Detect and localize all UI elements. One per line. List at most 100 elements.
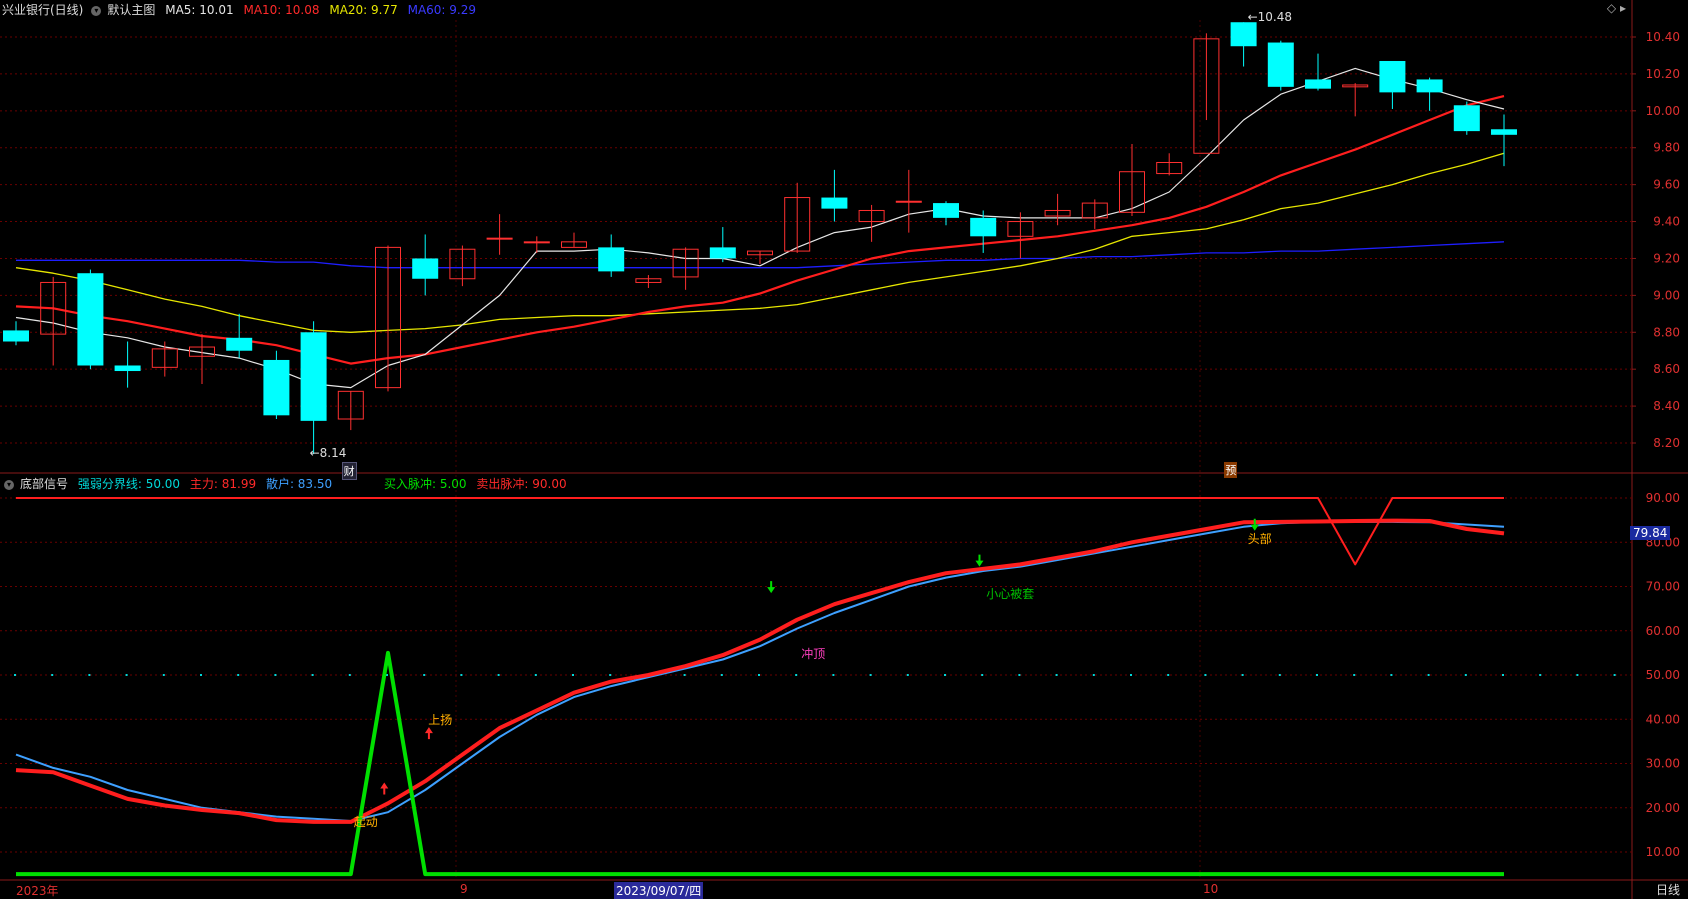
strong-weak-dot	[795, 674, 798, 676]
candle-body-down	[1453, 105, 1480, 132]
period-label[interactable]: 日线	[1656, 881, 1680, 898]
indicator-axis-label: 10.00	[1646, 845, 1680, 859]
strong-weak-dot	[1464, 674, 1467, 676]
price-axis-label: 8.40	[1653, 399, 1680, 413]
candle-body-down	[300, 332, 327, 421]
strong-weak-dot	[51, 674, 54, 676]
cursor-date-box: 2023/09/07/四	[614, 882, 704, 899]
price-axis-label: 9.40	[1653, 215, 1680, 229]
forecast-badge[interactable]: 预	[1224, 462, 1238, 478]
candle-body-down	[114, 365, 141, 372]
price-axis-label: 9.20	[1653, 251, 1680, 265]
sell-pulse-line	[16, 497, 1504, 566]
x-axis-year: 2023年	[16, 884, 59, 898]
ma20-line	[15, 152, 1505, 333]
strong-weak-dot	[497, 674, 500, 676]
candle-body-down	[77, 273, 104, 366]
arrow-icon: ←	[309, 446, 320, 461]
candle-body-down	[1230, 22, 1257, 47]
price-axis-label: 9.80	[1653, 141, 1680, 155]
current-value-box: 79.84	[1630, 526, 1671, 540]
strong-weak-dot	[572, 674, 574, 676]
strong-weak-dot	[348, 674, 351, 676]
candle-body-up	[895, 200, 922, 203]
candle-body-down	[412, 258, 439, 279]
indicator-axis-label: 30.00	[1646, 757, 1680, 771]
candle-body-down	[1416, 79, 1443, 93]
buy-arrow-icon	[380, 782, 389, 795]
signal-label-shangyang: 上扬	[428, 713, 453, 728]
price-axis-label: 10.20	[1646, 67, 1680, 81]
strong-weak-dot	[869, 674, 872, 676]
sell-arrow-icon	[767, 581, 776, 594]
strong-weak-dot	[1613, 674, 1616, 676]
indicator-axis-label: 90.00	[1646, 491, 1680, 505]
strong-weak-dot	[1390, 674, 1393, 676]
price-axis-label: 10.40	[1646, 30, 1680, 44]
price-axis-label: 9.00	[1653, 288, 1680, 302]
strong-weak-dot	[14, 674, 16, 676]
price-axis-label: 8.60	[1653, 362, 1680, 376]
candle-body-down	[821, 197, 848, 209]
signal-label-qidong: 起动	[353, 815, 378, 830]
sell-arrow-icon	[975, 554, 984, 567]
strong-weak-dot	[981, 674, 984, 676]
strong-weak-dot	[609, 674, 612, 676]
strong-weak-dot	[758, 674, 760, 676]
strong-weak-dot	[720, 674, 723, 676]
main-force-line	[15, 518, 1505, 824]
strong-weak-dot	[423, 674, 426, 676]
strong-weak-dot	[1018, 674, 1021, 676]
candle-body-down	[3, 330, 29, 342]
candle-body-down	[263, 359, 290, 416]
retail-line	[15, 520, 1505, 822]
strong-weak-dot	[944, 674, 946, 676]
price-axis-label: 8.20	[1653, 436, 1680, 450]
strong-weak-dot	[1353, 674, 1356, 676]
strong-weak-dot	[1092, 674, 1095, 676]
indicator-axis-label: 70.00	[1646, 580, 1680, 594]
strong-weak-dot	[1316, 674, 1318, 676]
strong-weak-dot	[1167, 674, 1170, 676]
price-axis-label: 8.80	[1653, 325, 1680, 339]
strong-weak-dot	[906, 674, 909, 676]
strong-weak-dot	[534, 674, 537, 676]
strong-weak-dot	[1502, 674, 1504, 676]
strong-weak-dot	[832, 674, 835, 676]
buy-arrow-icon	[424, 727, 433, 740]
stock-chart-window: 兴业银行(日线) ▾ 默认主图 MA5: 10.01 MA10: 10.08 MA2…	[0, 0, 1688, 899]
candle-body-down	[1305, 79, 1331, 89]
candle-body-down	[933, 203, 959, 218]
candle-body-up	[523, 241, 550, 244]
strong-weak-dot	[311, 674, 314, 676]
strong-weak-dot	[237, 674, 240, 676]
indicator-axis-label: 50.00	[1646, 668, 1680, 682]
strong-weak-dot	[274, 674, 277, 676]
high-price-annotation: ←10.48	[1247, 10, 1293, 25]
strong-weak-dot	[125, 674, 128, 676]
x-axis-month-10: 10	[1203, 882, 1219, 896]
strong-weak-dot	[1204, 674, 1207, 676]
candle-body-down	[1491, 129, 1517, 135]
strong-weak-dot	[1130, 674, 1132, 676]
strong-weak-dot	[200, 674, 202, 676]
strong-weak-dot	[1055, 674, 1058, 676]
strong-weak-dot	[1278, 674, 1281, 676]
chart-canvas[interactable]: 10.40 10.20 10.00 9.80 9.60 9.40 9.20 9.00 8.80 8…	[0, 0, 1688, 899]
price-axis-label: 9.60	[1653, 178, 1680, 192]
strong-weak-dot	[1539, 674, 1542, 676]
finance-badge[interactable]: 财	[341, 462, 357, 480]
candle-body-down	[1379, 60, 1406, 93]
candle-body-down	[709, 247, 736, 259]
signal-label-xiaoxin: 小心被套	[986, 587, 1035, 602]
x-axis-month-9: 9	[460, 882, 468, 896]
arrow-icon: ←	[1247, 10, 1258, 25]
strong-weak-dot	[1427, 674, 1430, 676]
candle-body-down	[970, 217, 997, 237]
candle-body-down	[1267, 42, 1294, 87]
low-price-annotation: ←8.14	[309, 446, 347, 461]
candle-body-down	[598, 247, 625, 272]
strong-weak-dot	[162, 674, 165, 676]
strong-weak-dot	[1576, 674, 1579, 676]
signal-label-chongding: 冲顶	[801, 646, 826, 661]
